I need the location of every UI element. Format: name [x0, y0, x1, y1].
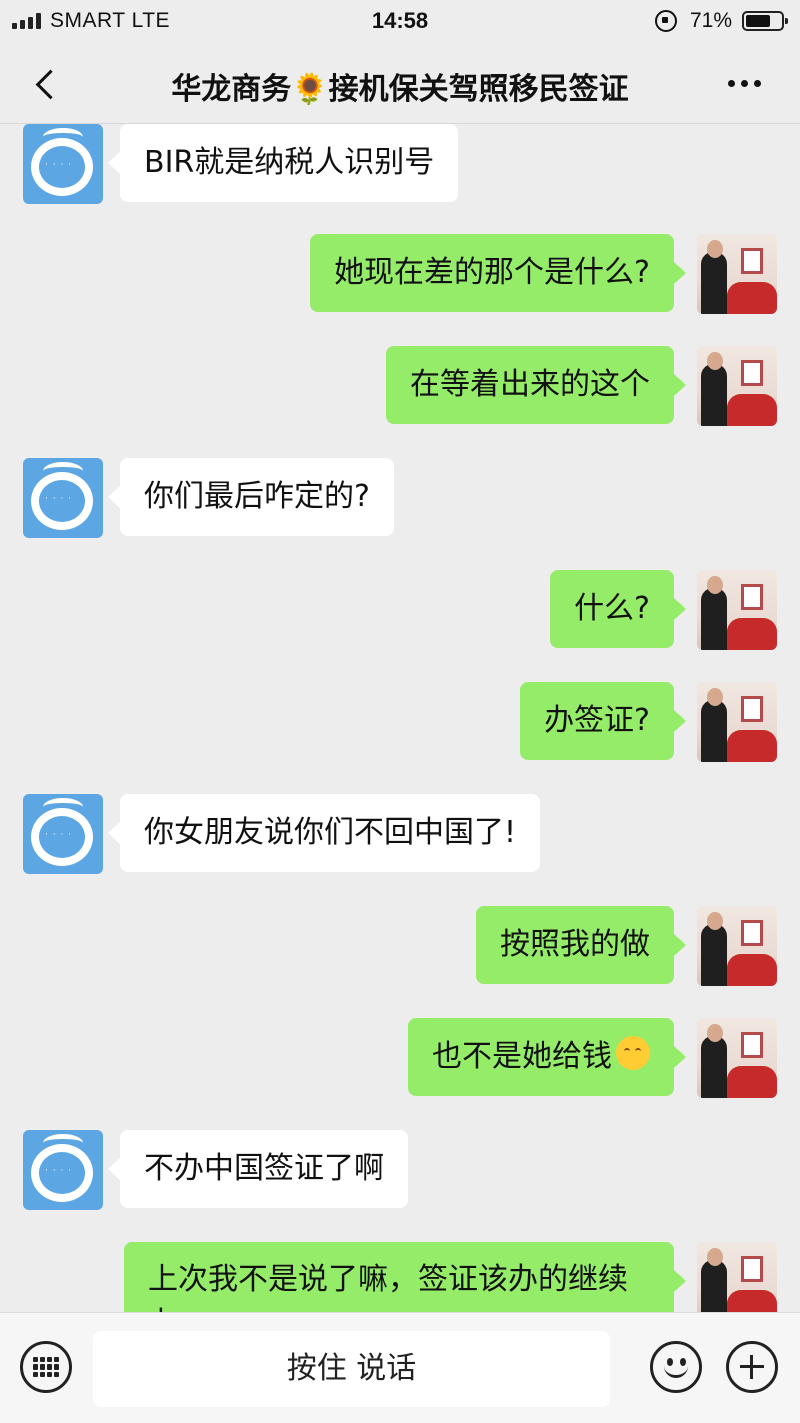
message-text: BIR就是纳税人识别号 — [144, 145, 435, 180]
contact-avatar[interactable]: · · · · — [23, 1130, 103, 1210]
thinking-face-emoji-icon — [616, 1036, 650, 1070]
message-row: · · · · 你们最后咋定的? — [0, 458, 800, 538]
my-avatar[interactable] — [697, 1018, 777, 1098]
chat-title: 华龙商务🌻接机保关驾照移民签证 — [171, 72, 629, 107]
my-avatar[interactable] — [697, 1242, 777, 1312]
battery-fill — [746, 15, 770, 27]
message-row: 按照我的做 — [0, 906, 800, 986]
input-bar: 按住 说话 — [0, 1312, 800, 1423]
ellipsis-icon[interactable] — [728, 80, 761, 87]
incoming-message-bubble[interactable]: 你女朋友说你们不回中国了! — [107, 794, 541, 872]
message-row: 办签证? — [0, 682, 800, 762]
status-time: 14:58 — [371, 8, 429, 33]
contact-avatar[interactable]: · · · · — [23, 124, 103, 204]
plus-icon[interactable] — [726, 1341, 778, 1393]
message-text: 你们最后咋定的? — [144, 479, 370, 514]
contact-avatar[interactable]: · · · · — [23, 458, 103, 538]
outgoing-message-bubble[interactable]: 上次我不是说了嘛，签证该办的继续办 — [124, 1242, 686, 1312]
message-list[interactable]: · · · · BIR就是纳税人识别号她现在差的那个是什么? 在等着出来的这个 · ·… — [0, 124, 800, 1312]
my-avatar[interactable] — [697, 234, 777, 314]
message-text: 什么? — [574, 591, 650, 626]
message-row: 在等着出来的这个 — [0, 346, 800, 426]
message-text: 也不是她给钱 — [432, 1039, 612, 1074]
chevron-left-icon[interactable] — [30, 66, 60, 102]
message-text: 办签证? — [544, 703, 650, 738]
message-row: 她现在差的那个是什么? — [0, 234, 800, 314]
outgoing-message-bubble[interactable]: 她现在差的那个是什么? — [310, 234, 686, 312]
incoming-message-bubble[interactable]: 不办中国签证了啊 — [108, 1130, 408, 1208]
incoming-message-bubble[interactable]: BIR就是纳税人识别号 — [107, 124, 459, 202]
outgoing-message-bubble[interactable]: 也不是她给钱 — [408, 1018, 686, 1096]
outgoing-message-bubble[interactable]: 在等着出来的这个 — [386, 346, 686, 424]
hold-to-talk-button[interactable]: 按住 说话 — [93, 1331, 610, 1407]
message-row: 上次我不是说了嘛，签证该办的继续办 — [0, 1242, 800, 1312]
battery-percentage: 71% — [690, 9, 733, 32]
message-text: 她现在差的那个是什么? — [334, 255, 650, 290]
contact-avatar[interactable]: · · · · — [23, 794, 103, 874]
message-text: 按照我的做 — [500, 927, 650, 962]
outgoing-message-bubble[interactable]: 按照我的做 — [476, 906, 686, 984]
battery-icon — [742, 11, 788, 31]
message-row: · · · · 你女朋友说你们不回中国了! — [0, 794, 800, 874]
emoji-icon[interactable] — [650, 1341, 702, 1393]
message-text: 上次我不是说了嘛，签证该办的继续办 — [148, 1262, 628, 1312]
message-row: · · · · 不办中国签证了啊 — [0, 1130, 800, 1210]
my-avatar[interactable] — [697, 346, 777, 426]
status-bar: SMART LTE 14:58 71% — [0, 0, 800, 42]
message-text: 你女朋友说你们不回中国了! — [144, 815, 517, 850]
outgoing-message-bubble[interactable]: 办签证? — [520, 682, 686, 760]
incoming-message-bubble[interactable]: 你们最后咋定的? — [108, 458, 394, 536]
message-text: 在等着出来的这个 — [410, 367, 650, 402]
message-row: · · · · BIR就是纳税人识别号 — [0, 124, 800, 204]
message-row: 什么? — [0, 570, 800, 650]
my-avatar[interactable] — [697, 906, 777, 986]
keyboard-icon[interactable] — [20, 1341, 72, 1393]
message-text: 不办中国签证了啊 — [144, 1151, 384, 1186]
orientation-lock-icon — [655, 10, 677, 32]
my-avatar[interactable] — [697, 682, 777, 762]
message-row: 也不是她给钱 — [0, 1018, 800, 1098]
chat-header: 华龙商务🌻接机保关驾照移民签证 — [0, 42, 800, 124]
outgoing-message-bubble[interactable]: 什么? — [550, 570, 686, 648]
my-avatar[interactable] — [697, 570, 777, 650]
